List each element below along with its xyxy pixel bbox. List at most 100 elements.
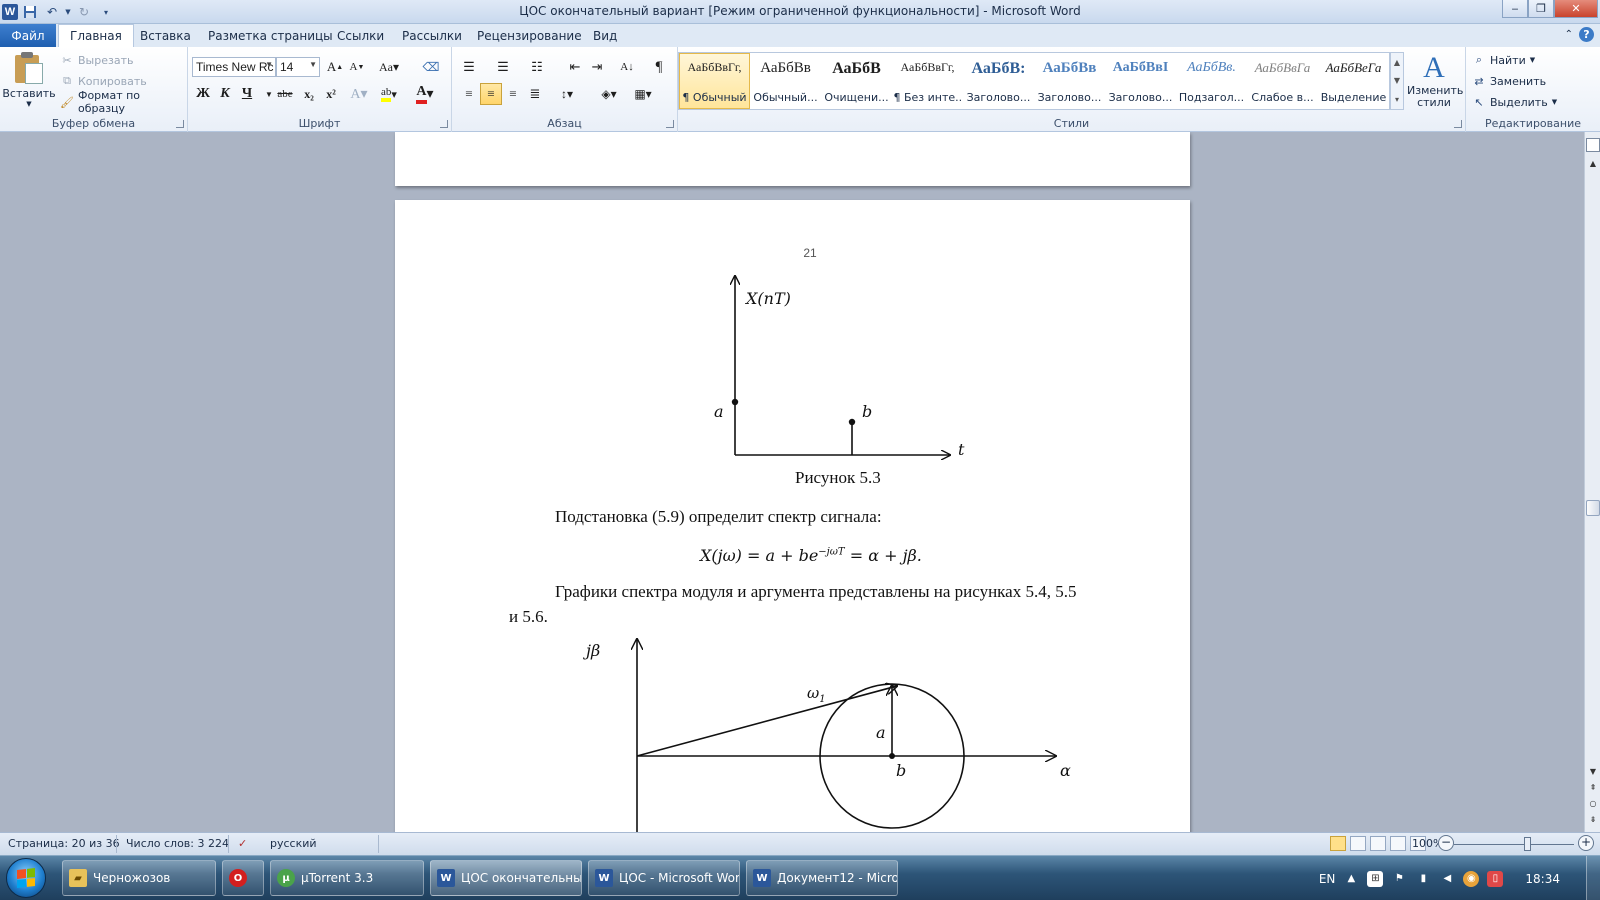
tab-home[interactable]: Главная: [58, 24, 134, 47]
style-tile-2[interactable]: АаБбВв Обычный...: [750, 53, 821, 109]
style-tile-1[interactable]: АаБбВвГг, ¶ Обычный: [679, 53, 750, 109]
superscript-button[interactable]: x²: [320, 83, 342, 105]
taskbar-item-word-doc1[interactable]: W ЦОС окончательны...: [430, 860, 582, 896]
highlight-color-icon[interactable]: ab ▾: [378, 83, 400, 105]
sort-icon[interactable]: A↓: [616, 56, 638, 78]
show-formatting-marks-icon[interactable]: ¶: [648, 56, 670, 78]
copy-button[interactable]: ⧉ Копировать: [60, 71, 147, 91]
taskbar-item-word-doc2[interactable]: W ЦОС - Microsoft Word: [588, 860, 740, 896]
tab-insert[interactable]: Вставка: [129, 24, 202, 47]
bullets-icon[interactable]: ☰: [458, 56, 480, 78]
subscript-button[interactable]: x₂: [298, 83, 320, 105]
style-tile-5[interactable]: АаБбВ: Заголово...: [963, 53, 1034, 109]
paste-button[interactable]: Вставить ▼: [2, 51, 56, 108]
tab-references[interactable]: Ссылки: [326, 24, 395, 47]
taskbar-item-word-doc3[interactable]: W Документ12 - Micro...: [746, 860, 898, 896]
multilevel-list-icon[interactable]: ☷: [526, 56, 548, 78]
strikethrough-button[interactable]: abe: [274, 83, 296, 105]
bold-button[interactable]: Ж: [192, 83, 214, 105]
scroll-thumb[interactable]: [1586, 500, 1600, 516]
outline-view-icon[interactable]: [1390, 836, 1406, 851]
gallery-up-icon[interactable]: ▲: [1394, 58, 1400, 67]
tray-app2-icon[interactable]: ▯: [1487, 870, 1504, 887]
clipboard-dialog-launcher[interactable]: [176, 120, 184, 128]
tab-mailings[interactable]: Рассылки: [391, 24, 473, 47]
zoom-in-icon[interactable]: +: [1578, 835, 1594, 851]
redo-icon[interactable]: ↻: [74, 2, 94, 22]
tab-page-layout[interactable]: Разметка страницы: [197, 24, 344, 47]
shrink-font-button[interactable]: A ▼: [346, 56, 368, 78]
clock[interactable]: 18:34: [1525, 872, 1560, 886]
styles-gallery-scroll[interactable]: ▲ ▼ ▾: [1390, 52, 1404, 110]
tab-file[interactable]: Файл: [0, 24, 56, 47]
increase-indent-icon[interactable]: ⇥: [586, 56, 608, 78]
input-language[interactable]: EN: [1319, 872, 1336, 886]
restore-button[interactable]: ❐: [1528, 0, 1554, 18]
align-right-icon[interactable]: ≡: [502, 83, 524, 105]
scroll-up-icon[interactable]: ▲: [1586, 156, 1600, 170]
save-icon[interactable]: [20, 2, 40, 22]
styles-dialog-launcher[interactable]: [1454, 120, 1462, 128]
show-desktop-button[interactable]: [1586, 856, 1600, 900]
grow-font-button[interactable]: A ▲: [324, 56, 346, 78]
word-count-status[interactable]: Число слов: 3 224: [126, 837, 229, 850]
flag-icon[interactable]: ⚑: [1391, 871, 1407, 887]
tab-review[interactable]: Рецензирование: [466, 24, 593, 47]
style-tile-8[interactable]: АаБбВв. Подзагол...: [1176, 53, 1247, 109]
page-count-status[interactable]: Страница: 20 из 36: [8, 837, 120, 850]
zoom-out-icon[interactable]: −: [1438, 835, 1454, 851]
undo-icon[interactable]: ↶: [42, 2, 62, 22]
line-spacing-icon[interactable]: ↕▾: [556, 83, 578, 105]
tab-view[interactable]: Вид: [582, 24, 628, 47]
document-canvas[interactable]: 21 X(nT) t a b Рисунок 5.3 Подстановка (…: [0, 132, 1584, 832]
style-tile-10[interactable]: АаБбВеГа Выделение: [1318, 53, 1389, 109]
close-button[interactable]: ✕: [1554, 0, 1598, 18]
justify-icon[interactable]: ≣: [524, 83, 546, 105]
network-signal-icon[interactable]: ▮: [1415, 871, 1431, 887]
proofing-icon[interactable]: ✓: [238, 837, 247, 850]
cut-button[interactable]: ✂ Вырезать: [60, 50, 133, 70]
style-tile-4[interactable]: АаБбВвГг, ¶ Без инте...: [892, 53, 963, 109]
font-dialog-launcher[interactable]: [440, 120, 448, 128]
gallery-down-icon[interactable]: ▼: [1394, 76, 1400, 85]
format-painter-button[interactable]: 🖌 Формат по образцу: [60, 89, 187, 115]
undo-dropdown-icon[interactable]: ▼: [64, 2, 72, 22]
shading-icon[interactable]: ◈▾: [598, 83, 620, 105]
italic-button[interactable]: К: [214, 83, 236, 105]
text-effects-icon[interactable]: A▾: [348, 83, 370, 105]
start-button[interactable]: [6, 858, 46, 898]
clear-formatting-icon[interactable]: ⌫: [420, 56, 442, 78]
align-left-icon[interactable]: ≡: [458, 83, 480, 105]
vertical-scrollbar[interactable]: ▲ ▼ ⇞ ○ ⇟: [1584, 132, 1600, 832]
decrease-indent-icon[interactable]: ⇤: [564, 56, 586, 78]
style-tile-9[interactable]: АаБбВвГа Слабое в...: [1247, 53, 1318, 109]
style-tile-3[interactable]: АаБбВ Очищени...: [821, 53, 892, 109]
word-app-icon[interactable]: W: [2, 4, 18, 20]
paragraph-dialog-launcher[interactable]: [666, 120, 674, 128]
print-layout-view-icon[interactable]: [1330, 836, 1346, 851]
taskbar-item-opera[interactable]: O: [222, 860, 264, 896]
select-button[interactable]: ↖ Выделить ▼: [1472, 92, 1557, 112]
underline-button[interactable]: Ч: [236, 83, 258, 105]
replace-button[interactable]: ⇄ Заменить: [1472, 71, 1546, 91]
customize-qat-icon[interactable]: ▾: [96, 2, 116, 22]
minimize-ribbon-icon[interactable]: ⌃: [1565, 29, 1573, 40]
align-center-icon[interactable]: ≡: [480, 83, 502, 105]
volume-icon[interactable]: ◀: [1439, 871, 1455, 887]
previous-page[interactable]: [395, 132, 1190, 186]
next-page-icon[interactable]: ⇟: [1586, 812, 1600, 826]
font-size-dropdown[interactable]: 14 ▼: [276, 57, 320, 77]
change-styles-button[interactable]: A Изменить стили: [1406, 51, 1463, 109]
help-icon[interactable]: ?: [1579, 27, 1594, 42]
full-screen-view-icon[interactable]: [1350, 836, 1366, 851]
scroll-down-icon[interactable]: ▼: [1586, 764, 1600, 778]
change-case-button[interactable]: Aa▾: [378, 56, 400, 78]
chrome-icon[interactable]: ◉: [1463, 870, 1480, 887]
previous-page-icon[interactable]: ⇞: [1586, 780, 1600, 794]
taskbar-item-utorrent[interactable]: µ µTorrent 3.3: [270, 860, 424, 896]
tray-expand-icon[interactable]: ▲: [1343, 871, 1359, 887]
style-tile-7[interactable]: АаБбВвІ Заголово...: [1105, 53, 1176, 109]
document-page[interactable]: 21 X(nT) t a b Рисунок 5.3 Подстановка (…: [395, 200, 1190, 832]
zoom-slider[interactable]: [1454, 844, 1574, 845]
style-tile-6[interactable]: АаБбВв Заголово...: [1034, 53, 1105, 109]
